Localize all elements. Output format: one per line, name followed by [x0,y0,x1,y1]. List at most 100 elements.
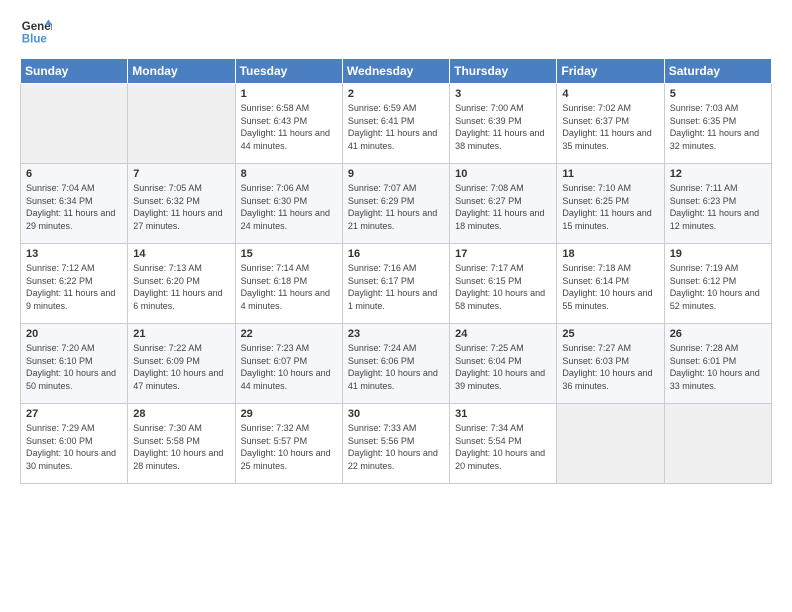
day-info: Sunrise: 6:58 AMSunset: 6:43 PMDaylight:… [241,102,337,152]
day-info: Sunrise: 7:10 AMSunset: 6:25 PMDaylight:… [562,182,658,232]
calendar-cell [21,84,128,164]
calendar-week-row: 27Sunrise: 7:29 AMSunset: 6:00 PMDayligh… [21,404,772,484]
day-info: Sunrise: 7:03 AMSunset: 6:35 PMDaylight:… [670,102,766,152]
calendar-cell: 29 Sunrise: 7:32 AMSunset: 5:57 PMDayligh… [235,404,342,484]
calendar-cell: 17 Sunrise: 7:17 AMSunset: 6:15 PMDayligh… [450,244,557,324]
day-number: 6 [26,168,122,180]
day-number: 7 [133,168,229,180]
header: General Blue [20,16,772,48]
weekday-header-monday: Monday [128,59,235,84]
calendar-cell: 25 Sunrise: 7:27 AMSunset: 6:03 PMDayligh… [557,324,664,404]
calendar-cell [557,404,664,484]
calendar-cell: 14Sunrise: 7:13 AMSunset: 6:20 PMDayligh… [128,244,235,324]
day-number: 17 [455,248,551,260]
day-number: 29 [241,408,337,420]
calendar-cell: 20 Sunrise: 7:20 AMSunset: 6:10 PMDayligh… [21,324,128,404]
day-number: 10 [455,168,551,180]
day-number: 4 [562,88,658,100]
calendar-cell: 4 Sunrise: 7:02 AMSunset: 6:37 PMDaylight… [557,84,664,164]
day-number: 16 [348,248,444,260]
calendar-cell: 31 Sunrise: 7:34 AMSunset: 5:54 PMDayligh… [450,404,557,484]
weekday-header-wednesday: Wednesday [342,59,449,84]
day-info: Sunrise: 7:11 AMSunset: 6:23 PMDaylight:… [670,182,766,232]
calendar-cell: 27Sunrise: 7:29 AMSunset: 6:00 PMDayligh… [21,404,128,484]
calendar-cell: 3Sunrise: 7:00 AMSunset: 6:39 PMDaylight… [450,84,557,164]
weekday-header-thursday: Thursday [450,59,557,84]
calendar-table: SundayMondayTuesdayWednesdayThursdayFrid… [20,58,772,484]
calendar-cell: 6 Sunrise: 7:04 AMSunset: 6:34 PMDaylight… [21,164,128,244]
day-number: 22 [241,328,337,340]
day-number: 24 [455,328,551,340]
day-info: Sunrise: 7:22 AMSunset: 6:09 PMDaylight:… [133,342,229,392]
day-number: 21 [133,328,229,340]
calendar-cell: 8 Sunrise: 7:06 AMSunset: 6:30 PMDaylight… [235,164,342,244]
day-info: Sunrise: 7:13 AMSunset: 6:20 PMDaylight:… [133,262,229,312]
day-info: Sunrise: 7:07 AMSunset: 6:29 PMDaylight:… [348,182,444,232]
day-info: Sunrise: 7:02 AMSunset: 6:37 PMDaylight:… [562,102,658,152]
calendar-cell: 26 Sunrise: 7:28 AMSunset: 6:01 PMDayligh… [664,324,771,404]
calendar-cell: 19 Sunrise: 7:19 AMSunset: 6:12 PMDayligh… [664,244,771,324]
day-info: Sunrise: 7:24 AMSunset: 6:06 PMDaylight:… [348,342,444,392]
day-info: Sunrise: 6:59 AMSunset: 6:41 PMDaylight:… [348,102,444,152]
weekday-header-friday: Friday [557,59,664,84]
calendar-week-row: 1 Sunrise: 6:58 AMSunset: 6:43 PMDaylight… [21,84,772,164]
calendar-cell: 2Sunrise: 6:59 AMSunset: 6:41 PMDaylight… [342,84,449,164]
day-number: 20 [26,328,122,340]
weekday-header-saturday: Saturday [664,59,771,84]
day-info: Sunrise: 7:08 AMSunset: 6:27 PMDaylight:… [455,182,551,232]
day-info: Sunrise: 7:12 AMSunset: 6:22 PMDaylight:… [26,262,122,312]
svg-text:Blue: Blue [22,34,48,46]
day-number: 27 [26,408,122,420]
calendar-week-row: 20 Sunrise: 7:20 AMSunset: 6:10 PMDayligh… [21,324,772,404]
day-number: 15 [241,248,337,260]
day-info: Sunrise: 7:18 AMSunset: 6:14 PMDaylight:… [562,262,658,312]
calendar-week-row: 6 Sunrise: 7:04 AMSunset: 6:34 PMDaylight… [21,164,772,244]
day-number: 5 [670,88,766,100]
calendar-cell: 16Sunrise: 7:16 AMSunset: 6:17 PMDayligh… [342,244,449,324]
day-info: Sunrise: 7:14 AMSunset: 6:18 PMDaylight:… [241,262,337,312]
weekday-header-row: SundayMondayTuesdayWednesdayThursdayFrid… [21,59,772,84]
day-number: 11 [562,168,658,180]
day-info: Sunrise: 7:34 AMSunset: 5:54 PMDaylight:… [455,422,551,472]
calendar-cell: 18 Sunrise: 7:18 AMSunset: 6:14 PMDayligh… [557,244,664,324]
day-number: 1 [241,88,337,100]
day-number: 28 [133,408,229,420]
day-number: 12 [670,168,766,180]
day-info: Sunrise: 7:25 AMSunset: 6:04 PMDaylight:… [455,342,551,392]
calendar-cell [128,84,235,164]
calendar-cell: 5 Sunrise: 7:03 AMSunset: 6:35 PMDaylight… [664,84,771,164]
calendar-cell: 11 Sunrise: 7:10 AMSunset: 6:25 PMDayligh… [557,164,664,244]
day-number: 18 [562,248,658,260]
calendar-cell: 7 Sunrise: 7:05 AMSunset: 6:32 PMDaylight… [128,164,235,244]
logo-icon: General Blue [20,16,52,48]
calendar-page: General Blue SundayMondayTuesdayWednesda… [0,0,792,494]
calendar-cell: 22Sunrise: 7:23 AMSunset: 6:07 PMDayligh… [235,324,342,404]
day-info: Sunrise: 7:04 AMSunset: 6:34 PMDaylight:… [26,182,122,232]
day-number: 8 [241,168,337,180]
day-info: Sunrise: 7:00 AMSunset: 6:39 PMDaylight:… [455,102,551,152]
day-info: Sunrise: 7:32 AMSunset: 5:57 PMDaylight:… [241,422,337,472]
weekday-header-sunday: Sunday [21,59,128,84]
weekday-header-tuesday: Tuesday [235,59,342,84]
day-number: 9 [348,168,444,180]
day-info: Sunrise: 7:05 AMSunset: 6:32 PMDaylight:… [133,182,229,232]
day-info: Sunrise: 7:27 AMSunset: 6:03 PMDaylight:… [562,342,658,392]
day-info: Sunrise: 7:30 AMSunset: 5:58 PMDaylight:… [133,422,229,472]
day-number: 30 [348,408,444,420]
day-number: 23 [348,328,444,340]
day-info: Sunrise: 7:06 AMSunset: 6:30 PMDaylight:… [241,182,337,232]
calendar-cell: 12 Sunrise: 7:11 AMSunset: 6:23 PMDayligh… [664,164,771,244]
day-info: Sunrise: 7:20 AMSunset: 6:10 PMDaylight:… [26,342,122,392]
day-number: 31 [455,408,551,420]
day-number: 26 [670,328,766,340]
day-info: Sunrise: 7:17 AMSunset: 6:15 PMDaylight:… [455,262,551,312]
calendar-cell: 13Sunrise: 7:12 AMSunset: 6:22 PMDayligh… [21,244,128,324]
calendar-cell: 28 Sunrise: 7:30 AMSunset: 5:58 PMDayligh… [128,404,235,484]
day-info: Sunrise: 7:33 AMSunset: 5:56 PMDaylight:… [348,422,444,472]
day-info: Sunrise: 7:28 AMSunset: 6:01 PMDaylight:… [670,342,766,392]
calendar-cell: 23 Sunrise: 7:24 AMSunset: 6:06 PMDayligh… [342,324,449,404]
day-number: 25 [562,328,658,340]
day-info: Sunrise: 7:19 AMSunset: 6:12 PMDaylight:… [670,262,766,312]
day-number: 19 [670,248,766,260]
calendar-cell: 24 Sunrise: 7:25 AMSunset: 6:04 PMDayligh… [450,324,557,404]
